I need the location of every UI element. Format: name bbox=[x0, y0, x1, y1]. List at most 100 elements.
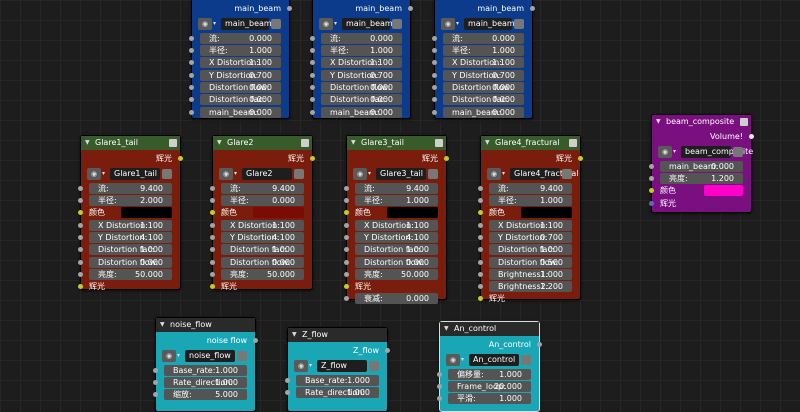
value-field[interactable]: Y Distortion: 0.700 bbox=[443, 69, 524, 81]
input-socket[interactable] bbox=[478, 247, 483, 253]
node-group-icon[interactable] bbox=[740, 118, 748, 126]
output-socket[interactable] bbox=[444, 156, 449, 161]
input-socket[interactable] bbox=[310, 84, 315, 90]
color-swatch[interactable] bbox=[387, 207, 438, 219]
value-field[interactable]: 半径: 1.000 bbox=[443, 45, 524, 57]
value-field[interactable]: 平滑: 1.000 bbox=[448, 393, 531, 405]
input-socket[interactable] bbox=[189, 72, 194, 78]
input-socket[interactable] bbox=[210, 234, 215, 240]
value-field[interactable]: Distortion fac: 1.000 bbox=[89, 244, 172, 256]
collapse-triangle-icon[interactable]: ▼ bbox=[217, 136, 222, 150]
fake-user-shield-icon[interactable] bbox=[162, 169, 172, 179]
collapse-triangle-icon[interactable]: ▼ bbox=[85, 136, 90, 150]
input-socket[interactable] bbox=[478, 259, 483, 265]
node-group-icon[interactable] bbox=[169, 139, 177, 147]
input-socket[interactable] bbox=[78, 247, 83, 253]
beam-composite-node[interactable]: ▼ beam_composite Volume! ◉ ▾ beam_composite… bbox=[649, 114, 754, 213]
input-socket[interactable] bbox=[649, 163, 654, 169]
output-socket[interactable] bbox=[385, 348, 390, 353]
input-socket[interactable] bbox=[210, 247, 215, 253]
value-field[interactable]: 半径: 1.000 bbox=[355, 195, 438, 207]
value-field[interactable]: Rate_direction: 1.000 bbox=[296, 387, 379, 399]
input-socket[interactable] bbox=[210, 271, 215, 277]
chevron-down-icon[interactable]: ▾ bbox=[673, 146, 676, 158]
node-tree-name[interactable]: Glare4_fractural bbox=[510, 168, 578, 180]
color-swatch[interactable] bbox=[121, 207, 172, 219]
main-beam-node-1[interactable]: main_beam ◉ ▾ main_beam1 流: 0.000 半径: 1.000 … bbox=[189, 0, 292, 119]
input-socket[interactable] bbox=[478, 210, 483, 216]
value-field[interactable]: Base_rate: 1.000 bbox=[164, 364, 247, 376]
main-beam-node-2[interactable]: main_beam ◉ ▾ main_beam2 流: 0.000 半径: 1.000 … bbox=[310, 0, 413, 119]
input-socket[interactable] bbox=[478, 271, 483, 277]
value-field[interactable]: Distortion flow: 0.500 bbox=[489, 256, 572, 268]
node-tree-selector[interactable]: ◉ ▾ beam_composite bbox=[658, 146, 753, 158]
collapse-triangle-icon[interactable]: ▼ bbox=[444, 322, 449, 336]
node-tree-name[interactable]: noise_flow bbox=[185, 350, 235, 362]
input-socket[interactable] bbox=[78, 234, 83, 240]
fake-user-shield-icon[interactable] bbox=[392, 19, 402, 29]
node-tree-name[interactable]: Glare2 bbox=[242, 168, 292, 180]
input-socket[interactable] bbox=[78, 222, 83, 228]
value-field[interactable]: Distortion flow: 0.000 bbox=[200, 81, 281, 93]
value-field[interactable]: 流: 0.000 bbox=[443, 32, 524, 44]
input-socket[interactable] bbox=[285, 377, 290, 383]
input-socket[interactable] bbox=[432, 48, 437, 54]
input-socket[interactable] bbox=[432, 84, 437, 90]
fake-user-shield-icon[interactable] bbox=[237, 351, 247, 361]
input-socket[interactable] bbox=[310, 97, 315, 103]
input-socket[interactable] bbox=[310, 60, 315, 66]
input-socket[interactable] bbox=[344, 185, 349, 191]
node-tree-name[interactable]: main_beam2 bbox=[342, 18, 398, 30]
glare-node-4[interactable]: ▼ Glare4_fractural 辉光 ◉ ▾ Glare4_fractural … bbox=[478, 135, 583, 303]
value-field[interactable]: 半径: 2.000 bbox=[89, 195, 172, 207]
color-swatch[interactable] bbox=[253, 207, 304, 219]
chevron-down-icon[interactable]: ▾ bbox=[177, 350, 180, 362]
value-field[interactable]: 流: 0.000 bbox=[200, 32, 281, 44]
node-header[interactable]: ▼ Glare3_tail bbox=[347, 136, 446, 150]
input-socket[interactable] bbox=[189, 35, 194, 41]
input-socket[interactable] bbox=[478, 222, 483, 228]
input-socket[interactable] bbox=[189, 109, 194, 115]
fake-user-shield-icon[interactable] bbox=[428, 169, 438, 179]
input-socket[interactable] bbox=[153, 367, 158, 373]
chevron-down-icon[interactable]: ▾ bbox=[456, 18, 459, 30]
fake-user-shield-icon[interactable] bbox=[562, 169, 572, 179]
fake-user-shield-icon[interactable] bbox=[369, 361, 379, 371]
node-group-icon[interactable] bbox=[301, 139, 309, 147]
value-field[interactable]: Distortion flow: 0.000 bbox=[443, 81, 524, 93]
value-field[interactable]: 半径: 1.000 bbox=[321, 45, 402, 57]
fake-user-shield-icon[interactable] bbox=[733, 147, 743, 157]
value-field[interactable]: 亮度: 50.000 bbox=[89, 268, 172, 280]
input-socket[interactable] bbox=[344, 210, 349, 216]
chevron-down-icon[interactable]: ▾ bbox=[102, 168, 105, 180]
input-socket[interactable] bbox=[78, 284, 83, 290]
main-beam-node-3[interactable]: main_beam ◉ ▾ main_beam3 流: 0.000 半径: 1.000 … bbox=[432, 0, 535, 119]
node-tree-selector[interactable]: ◉ ▾ Glare2 bbox=[219, 168, 304, 180]
chevron-down-icon[interactable]: ▾ bbox=[502, 168, 505, 180]
input-socket[interactable] bbox=[649, 200, 654, 206]
value-field[interactable]: 缩放: 5.000 bbox=[164, 389, 247, 401]
value-field[interactable]: 半径: 0.000 bbox=[221, 195, 304, 207]
input-socket[interactable] bbox=[437, 396, 442, 402]
input-socket[interactable] bbox=[478, 234, 483, 240]
input-socket[interactable] bbox=[310, 72, 315, 78]
value-field[interactable]: Distortion fac: 0.000 bbox=[321, 94, 402, 106]
value-field[interactable]: Rate_direction: 1.000 bbox=[164, 377, 247, 389]
node-tree-selector[interactable]: ◉ ▾ Glare3_tail bbox=[353, 168, 438, 180]
value-field[interactable]: X Distortion: 1.100 bbox=[489, 219, 572, 231]
value-field[interactable]: Y Distortion: 0.700 bbox=[200, 69, 281, 81]
fake-user-shield-icon[interactable] bbox=[271, 19, 281, 29]
value-field[interactable]: main_beam: 0.000 bbox=[321, 106, 402, 118]
chevron-down-icon[interactable]: ▾ bbox=[334, 18, 337, 30]
an-control-node[interactable]: ▼ An_control An_control ◉ ▾ An_control 偏移量:… bbox=[437, 321, 542, 412]
node-header[interactable]: ▼ Glare4_fractural bbox=[481, 136, 580, 150]
input-socket[interactable] bbox=[189, 48, 194, 54]
input-socket[interactable] bbox=[478, 198, 483, 204]
input-socket[interactable] bbox=[285, 390, 290, 396]
value-field[interactable]: Distortion flow: 0.000 bbox=[221, 256, 304, 268]
output-socket[interactable] bbox=[178, 156, 183, 161]
node-tree-name[interactable]: Glare1_tail bbox=[110, 168, 160, 180]
value-field[interactable]: X Distortion: 1.100 bbox=[221, 219, 304, 231]
value-field[interactable]: Y Distortion: 4.100 bbox=[89, 231, 172, 243]
input-socket[interactable] bbox=[344, 296, 349, 302]
